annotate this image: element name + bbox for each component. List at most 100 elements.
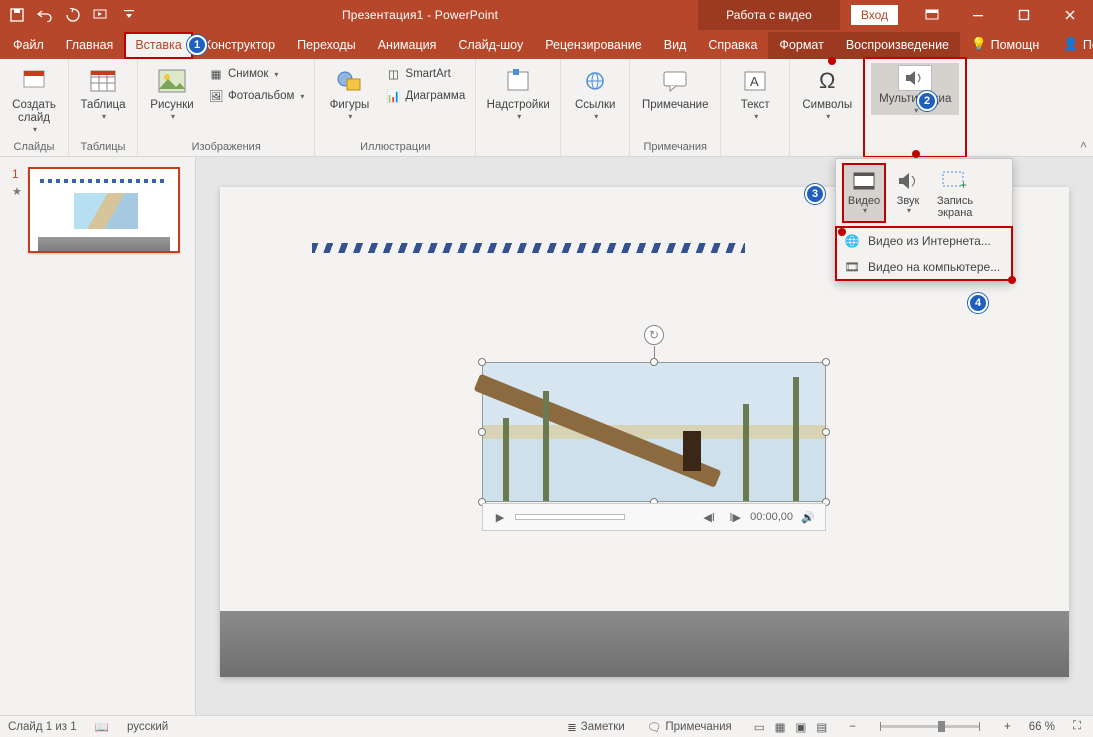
group-symbols: ΩСимволы▾ xyxy=(790,59,865,156)
zoom-level[interactable]: 66 % xyxy=(1029,721,1055,733)
slideshow-view-icon[interactable]: ▤ xyxy=(812,720,831,734)
video-seek-track[interactable] xyxy=(515,514,625,520)
close-icon[interactable] xyxy=(1047,0,1093,30)
notes-button[interactable]: ≣ Заметки xyxy=(563,716,629,737)
group-addins-label xyxy=(482,139,554,156)
step-forward-button[interactable]: Ⅰ▶ xyxy=(724,506,746,528)
context-tab-title: Работа с видео xyxy=(698,0,840,30)
group-addins: Надстройки▾ xyxy=(476,59,561,156)
red-dot xyxy=(1008,276,1016,284)
tell-me-button[interactable]: 💡Помощн xyxy=(960,31,1050,59)
links-button[interactable]: Ссылки▾ xyxy=(567,63,623,121)
play-button[interactable]: ▶ xyxy=(489,506,511,528)
video-button[interactable]: Видео▾ xyxy=(842,163,886,223)
shapes-button[interactable]: Фигуры▾ xyxy=(321,63,377,121)
red-dot xyxy=(828,57,836,65)
qat-customize-icon[interactable] xyxy=(116,2,142,28)
notes-label: Заметки xyxy=(581,721,625,733)
tab-slideshow[interactable]: Слайд-шоу xyxy=(447,32,534,59)
undo-icon[interactable] xyxy=(32,2,58,28)
collapse-ribbon-icon[interactable]: ˄ xyxy=(1080,138,1087,152)
photo-album-button[interactable]: 🖼Фотоальбом▾ xyxy=(204,85,308,107)
tab-transitions[interactable]: Переходы xyxy=(286,32,367,59)
screenshot-label: Снимок xyxy=(228,68,268,80)
addins-button[interactable]: Надстройки▾ xyxy=(482,63,554,121)
zoom-in-button[interactable]: + xyxy=(1000,716,1015,737)
reading-view-icon[interactable]: ▣ xyxy=(792,720,811,734)
tab-animations[interactable]: Анимация xyxy=(367,32,448,59)
red-dot xyxy=(912,150,920,158)
links-label: Ссылки xyxy=(575,99,616,112)
callout-2: 2 xyxy=(917,91,937,111)
comment-button[interactable]: Примечание xyxy=(636,63,714,112)
new-slide-button[interactable]: Создать слайд▾ xyxy=(6,63,62,135)
media-dropdown: Видео▾ Звук▾ + Запись экрана 🌐Видео из И… xyxy=(835,158,1013,281)
zoom-out-button[interactable]: − xyxy=(845,716,860,737)
normal-view-icon[interactable]: ▭ xyxy=(750,720,769,734)
share-label: Поделиться xyxy=(1083,38,1093,52)
tab-home[interactable]: Главная xyxy=(55,32,125,59)
comments-button[interactable]: 🗨 Примечания xyxy=(643,716,736,737)
fit-to-window-icon[interactable]: ⛶ xyxy=(1069,716,1085,737)
video-object[interactable] xyxy=(482,362,826,502)
text-button[interactable]: AТекст▾ xyxy=(727,63,783,121)
comments-label: Примечания xyxy=(665,721,731,733)
tab-insert[interactable]: Вставка xyxy=(124,32,192,59)
tab-help[interactable]: Справка xyxy=(697,32,768,59)
group-tables: Таблица▾ Таблицы xyxy=(69,59,138,156)
table-label: Таблица xyxy=(80,99,125,112)
redo-icon[interactable] xyxy=(60,2,86,28)
maximize-icon[interactable] xyxy=(1001,0,1047,30)
zoom-slider[interactable] xyxy=(880,725,980,728)
minimize-icon[interactable] xyxy=(955,0,1001,30)
slide-counter: Слайд 1 из 1 xyxy=(8,721,77,733)
audio-button[interactable]: Звук▾ xyxy=(886,163,930,223)
quick-access-toolbar xyxy=(0,2,142,28)
rotate-handle[interactable]: ↻ xyxy=(644,325,664,345)
screen-recording-button[interactable]: + Запись экрана xyxy=(930,163,980,223)
ribbon-display-options-icon[interactable] xyxy=(909,0,955,30)
new-slide-icon xyxy=(18,65,50,97)
table-button[interactable]: Таблица▾ xyxy=(75,63,131,121)
tab-review[interactable]: Рецензирование xyxy=(534,32,653,59)
video-from-pc-item[interactable]: 🎞Видео на компьютере... xyxy=(836,254,1012,280)
tab-playback[interactable]: Воспроизведение xyxy=(835,32,960,59)
screenshot-button[interactable]: ▦Снимок▾ xyxy=(204,63,308,85)
chart-label: Диаграмма xyxy=(405,90,465,102)
volume-button[interactable]: 🔊 xyxy=(797,506,819,528)
ribbon-tabs: Файл Главная Вставка Конструктор Переход… xyxy=(0,30,1093,59)
step-back-button[interactable]: ◀Ⅰ xyxy=(698,506,720,528)
sign-in-button[interactable]: Вход xyxy=(850,4,899,26)
slide-footer-texture xyxy=(220,611,1069,677)
text-icon: A xyxy=(739,65,771,97)
addins-icon xyxy=(502,65,534,97)
spell-check-icon[interactable]: 📖 xyxy=(91,716,113,737)
share-button[interactable]: 👤Поделиться xyxy=(1052,31,1093,59)
media-button[interactable]: Мультимедиа▾ xyxy=(871,63,959,115)
tell-me-label: Помощн xyxy=(991,38,1040,52)
shapes-icon xyxy=(333,65,365,97)
animation-star-icon: ★ xyxy=(12,185,22,198)
pictures-button[interactable]: Рисунки▾ xyxy=(144,63,200,121)
video-from-web-item[interactable]: 🌐Видео из Интернета... xyxy=(836,228,1012,254)
new-slide-label: Создать слайд xyxy=(12,99,56,125)
globe-film-icon: 🌐 xyxy=(844,233,860,249)
video-time: 00:00,00 xyxy=(750,511,793,523)
status-bar: Слайд 1 из 1 📖 русский ≣ Заметки 🗨 Приме… xyxy=(0,715,1093,737)
sorter-view-icon[interactable]: ▦ xyxy=(771,720,790,734)
slide-thumbnail-1[interactable] xyxy=(28,167,180,253)
chart-button[interactable]: 📊Диаграмма xyxy=(381,85,469,107)
smartart-button[interactable]: ◫SmartArt xyxy=(381,63,469,85)
audio-icon xyxy=(894,167,922,195)
symbols-button[interactable]: ΩСимволы▾ xyxy=(796,63,858,121)
slide-thumbnails-pane[interactable]: 1 ★ xyxy=(0,157,196,715)
svg-text:A: A xyxy=(750,74,759,89)
tab-view[interactable]: Вид xyxy=(653,32,698,59)
tab-file[interactable]: Файл xyxy=(2,32,55,59)
tab-format[interactable]: Формат xyxy=(768,32,834,59)
video-from-pc-label: Видео на компьютере... xyxy=(868,260,1000,274)
save-icon[interactable] xyxy=(4,2,30,28)
title-bar: Презентация1 - PowerPoint Работа с видео… xyxy=(0,0,1093,30)
start-from-beginning-icon[interactable] xyxy=(88,2,114,28)
language-indicator[interactable]: русский xyxy=(127,721,168,733)
